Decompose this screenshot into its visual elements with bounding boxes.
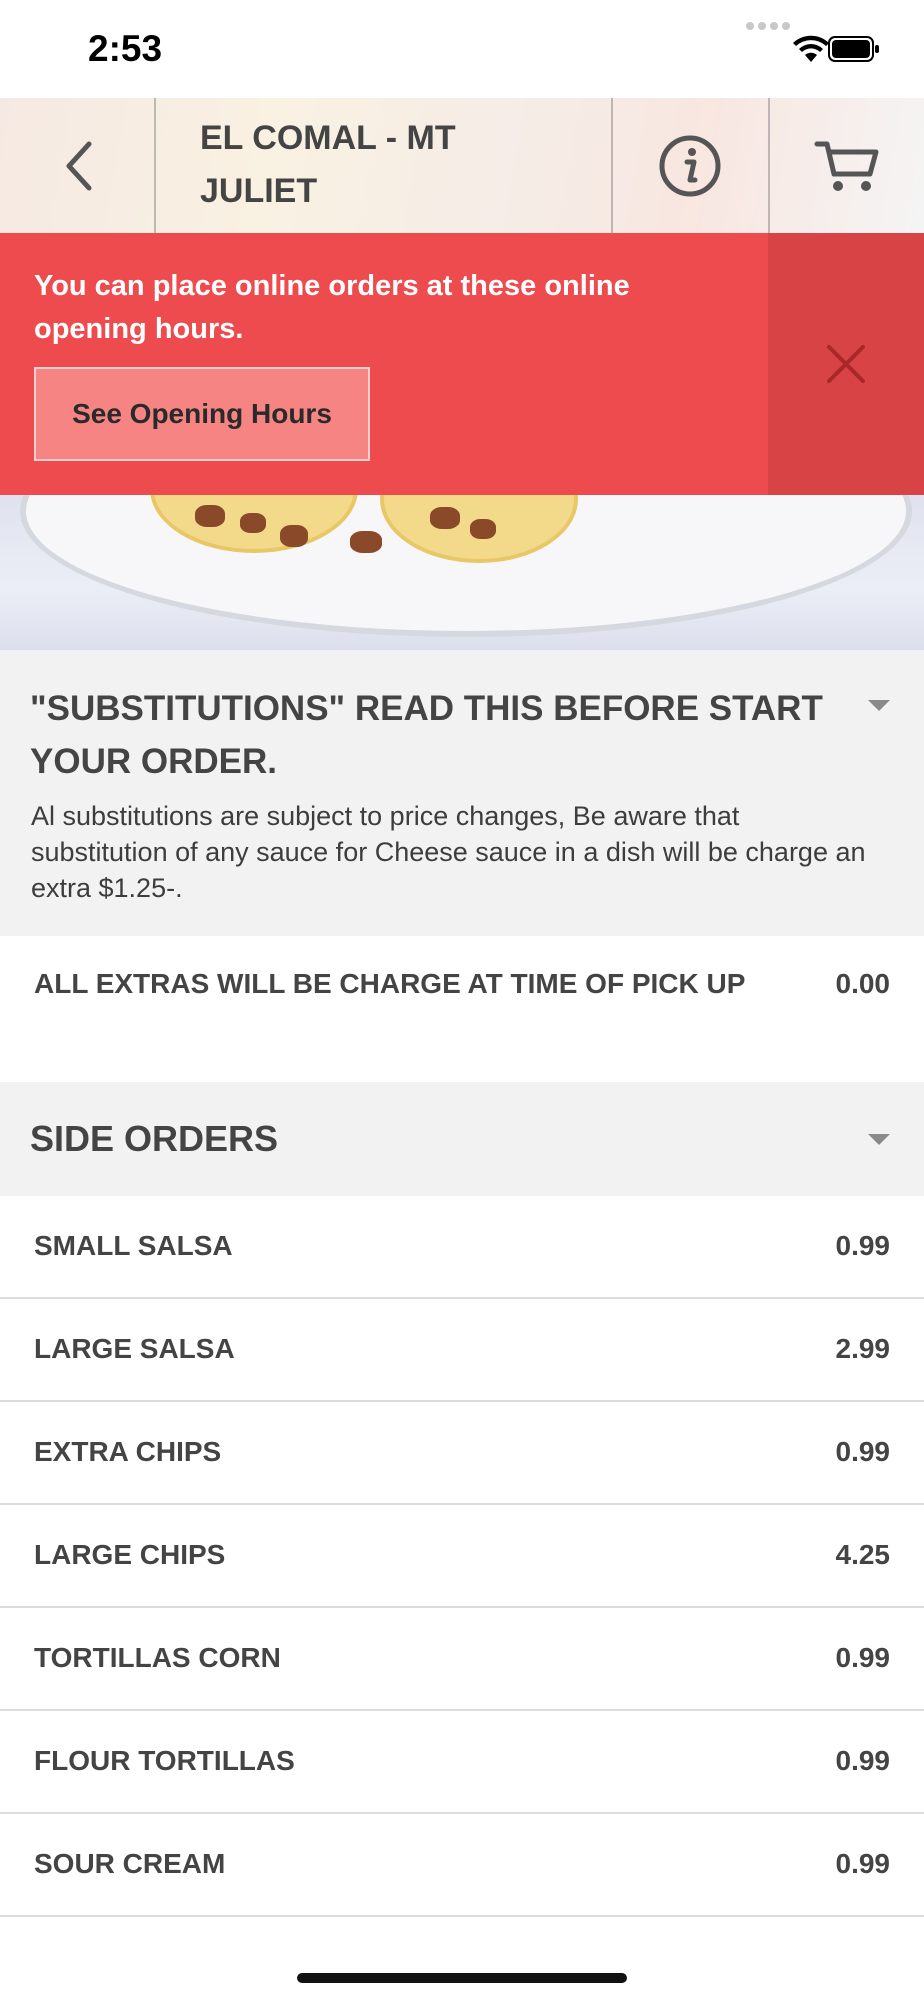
meat-illustration bbox=[470, 519, 496, 539]
menu-item-name: ALL EXTRAS WILL BE CHARGE AT TIME OF PIC… bbox=[34, 968, 746, 999]
chevron-left-icon bbox=[66, 141, 91, 190]
menu-item[interactable]: SOUR CREAM 0.99 bbox=[0, 1814, 924, 1917]
info-button[interactable] bbox=[612, 98, 768, 233]
menu-item[interactable]: LARGE CHIPS 4.25 bbox=[0, 1505, 924, 1608]
restaurant-name: EL COMAL - MT JULIET bbox=[200, 119, 456, 210]
meat-illustration bbox=[280, 525, 308, 547]
menu-item[interactable]: SMALL SALSA 0.99 bbox=[0, 1196, 924, 1299]
status-time: 2:53 bbox=[88, 28, 163, 69]
menu-item-name: SOUR CREAM bbox=[34, 1848, 226, 1879]
battery-icon bbox=[828, 36, 879, 62]
see-opening-hours-button[interactable]: See Opening Hours bbox=[34, 367, 370, 461]
status-bar: 2:53 bbox=[0, 0, 924, 98]
cart-button[interactable] bbox=[770, 98, 924, 233]
menu-item-name: TORTILLAS CORN bbox=[34, 1642, 281, 1673]
category-title: "SUBSTITUTIONS" READ THIS BEFORE START Y… bbox=[30, 689, 823, 781]
category-title: SIDE ORDERS bbox=[30, 1118, 279, 1159]
wifi-icon bbox=[793, 35, 829, 62]
menu-item-price: 0.99 bbox=[835, 1230, 891, 1261]
info-icon bbox=[659, 135, 721, 196]
chevron-down-icon bbox=[868, 700, 890, 711]
menu-item-price: 0.99 bbox=[835, 1848, 891, 1879]
cellular-signal-icon bbox=[746, 22, 790, 30]
menu-item-name: LARGE CHIPS bbox=[34, 1539, 226, 1570]
online-hours-banner: You can place online orders at these onl… bbox=[0, 233, 924, 495]
menu-item-price: 0.99 bbox=[835, 1745, 891, 1776]
category-header-side-orders[interactable]: SIDE ORDERS bbox=[0, 1082, 924, 1196]
meat-illustration bbox=[195, 505, 225, 527]
menu-item-price: 4.25 bbox=[835, 1539, 891, 1570]
restaurant-hero-image bbox=[0, 495, 924, 650]
menu-item[interactable]: TORTILLAS CORN 0.99 bbox=[0, 1608, 924, 1711]
menu-item-name: FLOUR TORTILLAS bbox=[34, 1745, 295, 1776]
chevron-down-icon bbox=[868, 1134, 890, 1145]
category-header-substitutions[interactable]: "SUBSTITUTIONS" READ THIS BEFORE START Y… bbox=[0, 650, 924, 936]
menu-item-name: LARGE SALSA bbox=[34, 1333, 235, 1364]
menu-item-price: 0.99 bbox=[835, 1642, 891, 1673]
menu-item-price: 0.00 bbox=[835, 968, 891, 999]
banner-message: You can place online orders at these onl… bbox=[34, 270, 630, 345]
meat-illustration bbox=[350, 531, 382, 553]
meat-illustration bbox=[430, 507, 460, 529]
menu-item-name: SMALL SALSA bbox=[34, 1230, 233, 1261]
banner-close-button[interactable] bbox=[768, 233, 924, 495]
close-icon bbox=[827, 345, 865, 383]
menu-item-price: 0.99 bbox=[835, 1436, 891, 1467]
menu-item[interactable]: LARGE SALSA 2.99 bbox=[0, 1299, 924, 1402]
restaurant-header: EL COMAL - MT JULIET bbox=[0, 98, 924, 233]
home-indicator[interactable] bbox=[297, 1973, 627, 1983]
menu-item[interactable]: EXTRA CHIPS 0.99 bbox=[0, 1402, 924, 1505]
menu-item-name: EXTRA CHIPS bbox=[34, 1436, 222, 1467]
menu-item[interactable]: ALL EXTRAS WILL BE CHARGE AT TIME OF PIC… bbox=[0, 936, 924, 1082]
meat-illustration bbox=[240, 513, 266, 533]
back-button[interactable] bbox=[0, 98, 155, 233]
cart-icon bbox=[814, 141, 879, 191]
category-description: Al substitutions are subject to price ch… bbox=[31, 801, 866, 903]
menu-item[interactable]: FLOUR TORTILLAS 0.99 bbox=[0, 1711, 924, 1814]
header-divider bbox=[154, 98, 156, 233]
menu-item-price: 2.99 bbox=[835, 1333, 891, 1364]
